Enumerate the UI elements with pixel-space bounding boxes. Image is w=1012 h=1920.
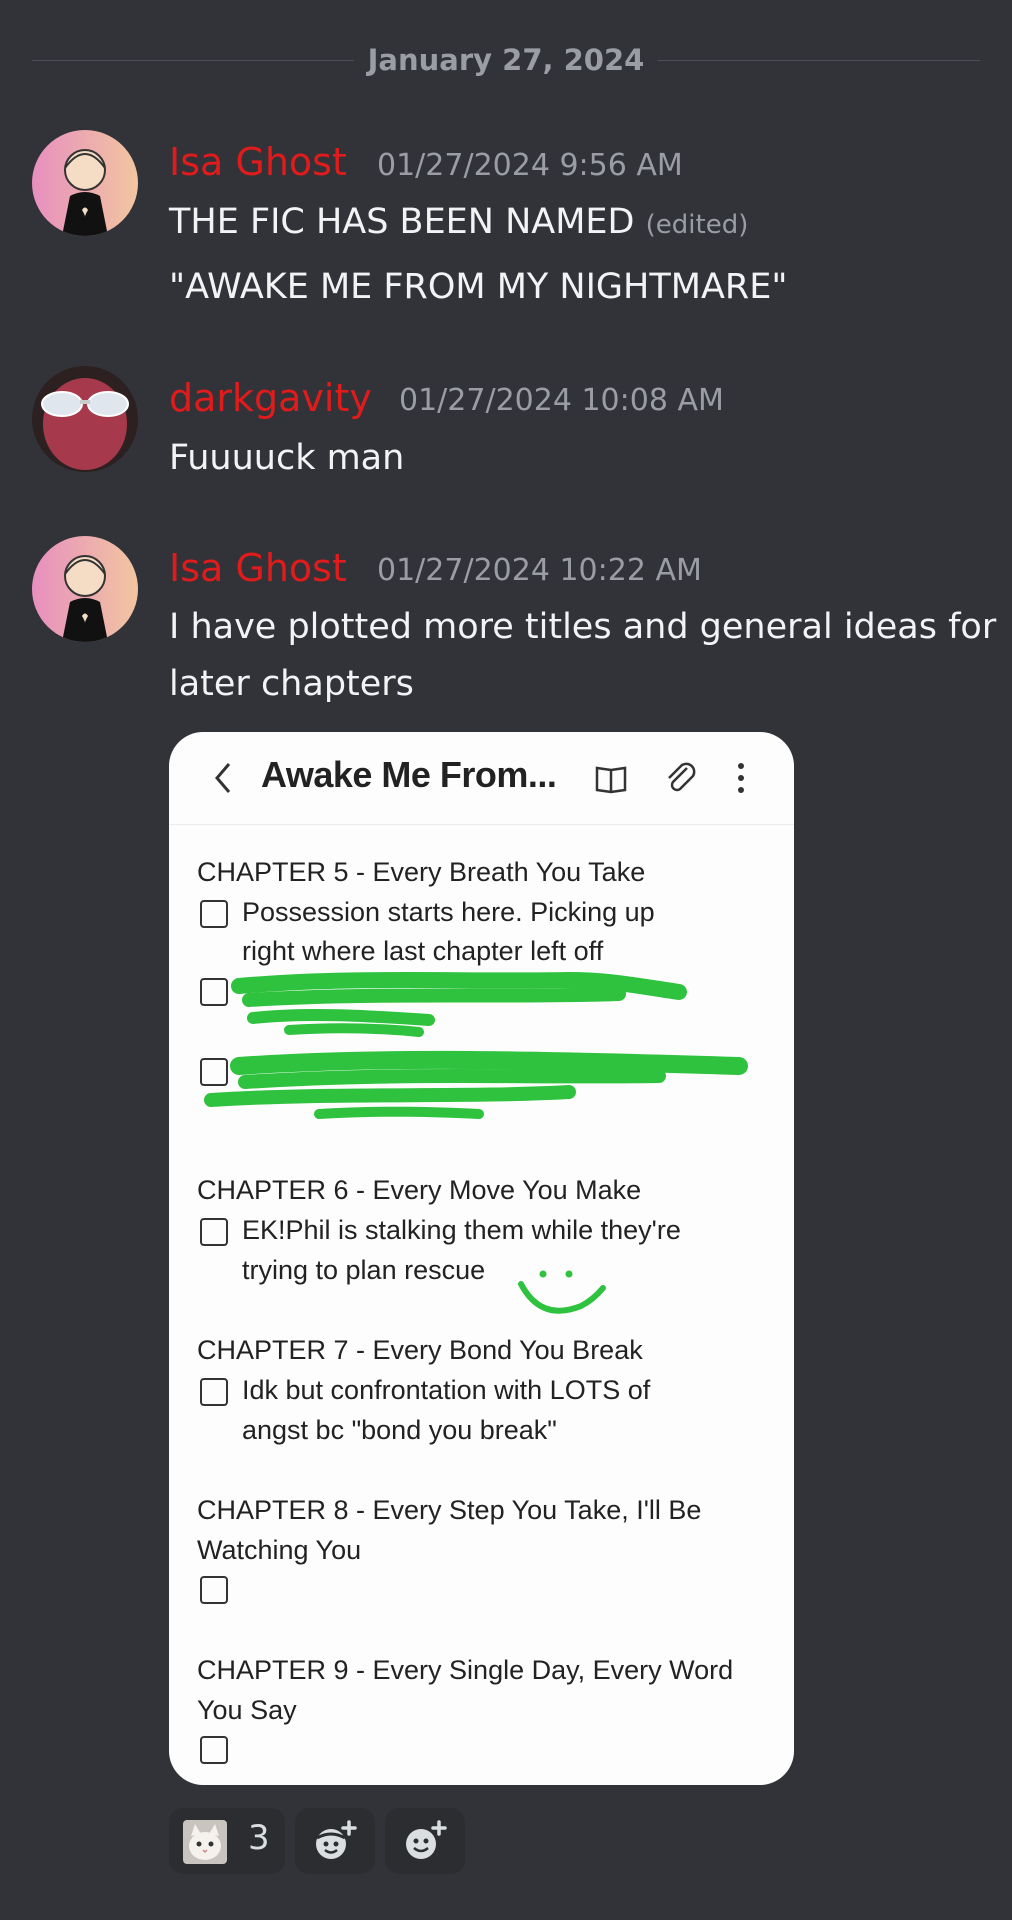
message-timestamp: 01/27/2024 10:08 AM	[399, 383, 724, 418]
date-divider: January 27, 2024	[32, 40, 980, 80]
checkbox[interactable]	[200, 900, 228, 928]
checklist-item-text: trying to plan rescue	[242, 1255, 486, 1285]
add-reaction-button[interactable]	[295, 1808, 375, 1874]
cat-emoji-icon	[183, 1820, 227, 1864]
image-attachment[interactable]: Awake Me From... CHAPTER 5 - Every Breat…	[169, 732, 794, 1785]
note-title: Awake Me From...	[261, 754, 557, 795]
chapter-heading: CHAPTER 5 - Every Breath You Take	[197, 857, 646, 887]
author-name[interactable]: darkgavity	[169, 376, 372, 420]
checklist-item-text: right where last chapter left off	[242, 936, 604, 966]
add-reaction-icon	[316, 1820, 357, 1859]
back-arrow-icon[interactable]	[205, 756, 245, 800]
message-line: later chapters	[169, 664, 414, 704]
chapter-heading: CHAPTER 9 - Every Single Day, Every Word	[197, 1655, 734, 1685]
redaction-scribble	[204, 972, 748, 1119]
message-timestamp: 01/27/2024 9:56 AM	[377, 148, 683, 183]
message-line: I have plotted more titles and general i…	[169, 607, 997, 647]
checkbox[interactable]	[200, 1576, 228, 1604]
chapter-heading: CHAPTER 6 - Every Move You Make	[197, 1175, 642, 1205]
more-options-icon[interactable]	[721, 758, 761, 798]
checkbox[interactable]	[200, 1736, 228, 1764]
edited-label: (edited)	[645, 210, 749, 240]
checklist-item-text: Idk but confrontation with LOTS of	[242, 1375, 651, 1405]
add-super-reaction-button[interactable]	[385, 1808, 465, 1874]
reaction-count: 3	[248, 1818, 270, 1858]
avatar-isa-ghost[interactable]	[32, 130, 138, 236]
chapter-heading: CHAPTER 8 - Every Step You Take, I'll Be	[197, 1495, 702, 1525]
avatar-isa-ghost[interactable]	[32, 536, 138, 642]
note-toolbar: Awake Me From...	[169, 732, 794, 825]
message-timestamp: 01/27/2024 10:22 AM	[377, 553, 702, 588]
avatar-darkgavity[interactable]	[32, 366, 138, 472]
message-line: THE FIC HAS BEEN NAMED	[169, 202, 635, 242]
chapter-heading: Watching You	[197, 1535, 362, 1565]
message-line: Fuuuuck man	[169, 438, 405, 478]
checklist-item-text: Possession starts here. Picking up	[242, 897, 655, 927]
message-text: THE FIC HAS BEEN NAMED (edited)	[169, 193, 748, 254]
paperclip-icon[interactable]	[661, 758, 701, 798]
author-name[interactable]: Isa Ghost	[169, 140, 347, 184]
checklist-item-text: angst bc "bond you break"	[242, 1415, 557, 1445]
checkbox[interactable]	[200, 1218, 228, 1246]
add-super-reaction-icon	[406, 1820, 447, 1859]
chapter-heading: You Say	[197, 1695, 297, 1725]
book-icon[interactable]	[591, 758, 631, 798]
chapter-heading: CHAPTER 7 - Every Bond You Break	[197, 1335, 643, 1365]
smiley-doodle	[518, 1270, 606, 1314]
checkbox[interactable]	[200, 1378, 228, 1406]
divider-line-right	[658, 60, 980, 61]
reaction-cat[interactable]: 3	[169, 1808, 285, 1874]
checklist-item-text: EK!Phil is stalking them while they're	[242, 1215, 681, 1245]
author-name[interactable]: Isa Ghost	[169, 546, 347, 590]
message-line: "AWAKE ME FROM MY NIGHTMARE"	[169, 267, 788, 307]
